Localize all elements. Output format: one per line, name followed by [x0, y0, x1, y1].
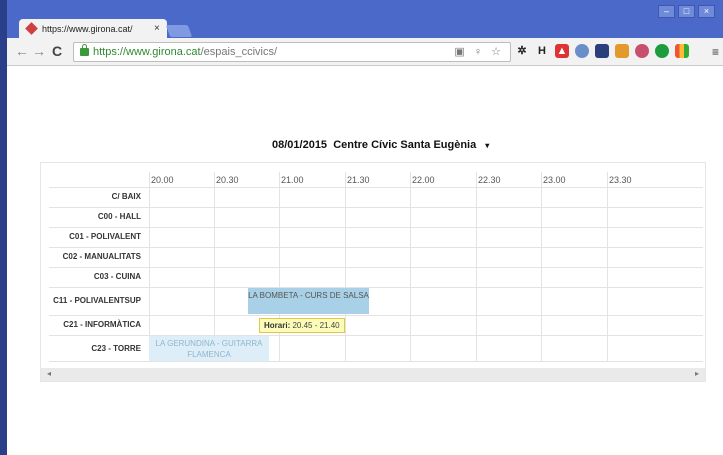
favicon-icon: [25, 22, 38, 35]
extension-blue-icon[interactable]: [595, 44, 609, 58]
room-label: C11 - POLIVALENTSUP: [53, 296, 141, 305]
grid-line: [49, 335, 703, 336]
extension-green-icon[interactable]: [655, 44, 669, 58]
room-label: C01 - POLIVALENT: [69, 232, 141, 241]
window-left-edge: [0, 0, 7, 455]
time-header: 22.00: [412, 175, 435, 185]
grid-line: [49, 315, 703, 316]
grid-line: [49, 247, 703, 248]
time-header: 23.30: [609, 175, 632, 185]
maximize-button[interactable]: □: [678, 5, 695, 18]
extension-bars-icon[interactable]: [675, 44, 689, 58]
page-title: 08/01/2015 Centre Cívic Santa Eugènia ▾: [272, 139, 489, 151]
grid-line: [49, 227, 703, 228]
tab-close-icon[interactable]: ×: [154, 23, 160, 34]
time-header: 20.00: [151, 175, 174, 185]
close-window-button[interactable]: ×: [698, 5, 715, 18]
scroll-left-icon[interactable]: ◂: [47, 369, 51, 378]
schedule-date: 08/01/2015: [272, 139, 328, 151]
extension-rss-icon[interactable]: [615, 44, 629, 58]
extension-pink-icon[interactable]: [635, 44, 649, 58]
url-secure-part: https://www.girona.cat: [93, 46, 201, 58]
extension-h-icon[interactable]: H: [535, 44, 549, 58]
scroll-right-icon[interactable]: ▸: [695, 369, 699, 378]
grid-line: [49, 187, 703, 188]
tab-title: https://www.girona.cat/: [42, 23, 133, 34]
time-header: 21.00: [281, 175, 304, 185]
extensions-bar: ✲ H ▲: [515, 44, 689, 58]
tooltip-label: Horari:: [264, 321, 291, 330]
tooltip-value: 20.45 - 21.40: [292, 321, 340, 330]
lock-icon: [80, 44, 89, 56]
room-label: C03 - CUINA: [93, 272, 141, 281]
browser-titlebar: https://www.girona.cat/ × – □ ×: [7, 0, 723, 38]
new-tab-button[interactable]: [165, 25, 193, 37]
url-path-part: /espais_ccivics/: [200, 46, 278, 58]
room-label: C21 - INFORMÀTICA: [63, 320, 141, 329]
browser-toolbar: ← → C https://www.girona.cat /espais_cci…: [7, 38, 723, 66]
minimize-button[interactable]: –: [658, 5, 675, 18]
centre-selector[interactable]: Centre Cívic Santa Eugènia: [333, 139, 476, 151]
chevron-down-icon[interactable]: ▾: [485, 141, 489, 150]
browser-tab[interactable]: https://www.girona.cat/ ×: [19, 19, 167, 38]
grid-line: [49, 361, 703, 362]
grid-line: [49, 267, 703, 268]
time-header: 20.30: [216, 175, 239, 185]
grid-line: [49, 287, 703, 288]
menu-icon[interactable]: ≡: [712, 45, 719, 59]
forward-arrow-icon[interactable]: →: [32, 43, 46, 59]
time-header: 22.30: [478, 175, 501, 185]
room-label: C02 - MANUALITATS: [62, 252, 141, 261]
window-controls: – □ ×: [658, 5, 715, 18]
event-tooltip: Horari: 20.45 - 21.40: [259, 318, 345, 333]
room-label: C/ BAIX: [111, 192, 141, 201]
grid-line: [49, 207, 703, 208]
room-label: C23 - TORRE: [91, 344, 141, 353]
reload-icon[interactable]: C: [52, 43, 62, 59]
time-header: 23.00: [543, 175, 566, 185]
event-block[interactable]: LA GERUNDINA - GUITARRA FLAMENCA: [149, 336, 269, 361]
event-block[interactable]: LA BOMBETA - CURS DE SALSA: [248, 288, 369, 314]
back-arrow-icon[interactable]: ←: [15, 43, 29, 59]
horizontal-scrollbar[interactable]: ◂ ▸: [41, 368, 705, 381]
extension-gear-icon[interactable]: ✲: [515, 44, 529, 58]
extension-red-icon[interactable]: ▲: [555, 44, 569, 58]
bookmark-star-icon[interactable]: ▣ ♀ ☆: [454, 45, 504, 58]
address-bar[interactable]: https://www.girona.cat /espais_ccivics/ …: [73, 42, 511, 62]
time-header: 21.30: [347, 175, 370, 185]
room-label: C00 - HALL: [97, 212, 141, 221]
extension-globe-icon[interactable]: [575, 44, 589, 58]
